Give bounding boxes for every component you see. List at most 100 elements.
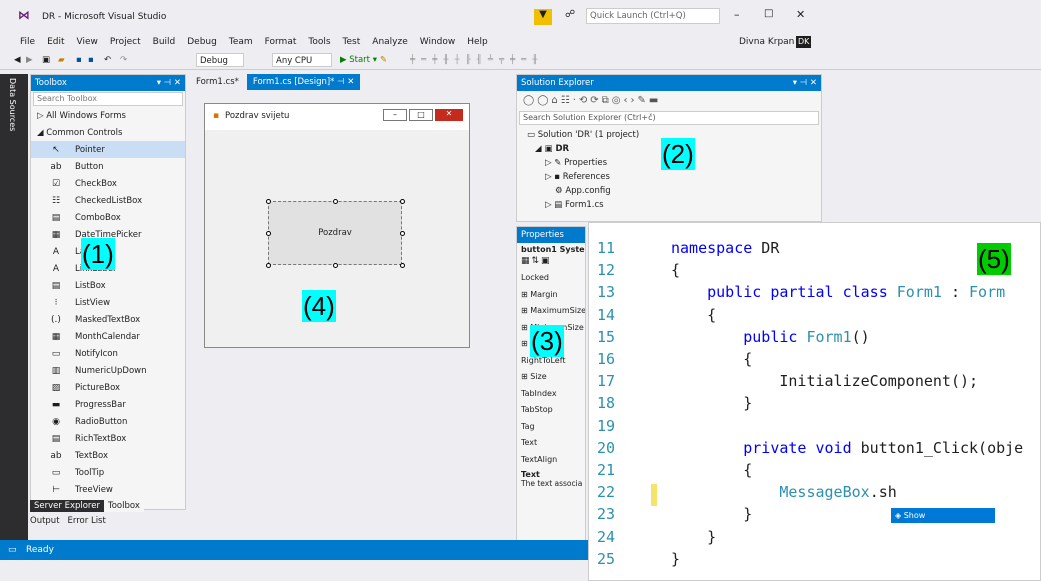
property-row[interactable]: ⊞ Size — [521, 369, 585, 386]
menu-help[interactable]: Help — [461, 34, 494, 50]
save-all-icon[interactable]: ▪ — [88, 53, 94, 67]
toolbox-item[interactable]: ☑ CheckBox — [31, 175, 185, 192]
code-line[interactable]: private void button1_Click(obje — [671, 439, 1023, 457]
intellisense-item-show[interactable]: Show — [904, 511, 926, 520]
toolbox-item[interactable]: ▤ RichTextBox — [31, 430, 185, 447]
toolbox-item[interactable]: ▭ ToolTip — [31, 464, 185, 481]
code-line[interactable]: { — [671, 261, 680, 279]
tab-close-icon[interactable]: ⊣ ✕ — [337, 77, 354, 87]
start-button[interactable]: ▶ Start ▾ — [340, 53, 377, 67]
code-line[interactable]: { — [671, 306, 716, 324]
resize-handle[interactable] — [266, 199, 271, 204]
code-line[interactable]: public partial class Form1 : Form — [671, 283, 1005, 301]
code-line[interactable]: } — [671, 550, 680, 568]
toolbox-item[interactable]: (.) MaskedTextBox — [31, 311, 185, 328]
menu-view[interactable]: View — [71, 34, 104, 50]
toolbar-extra-icon[interactable]: ✎ — [380, 53, 387, 67]
toolbox-item[interactable]: ⁝ ListView — [31, 294, 185, 311]
toolbox-item[interactable]: ▨ PictureBox — [31, 379, 185, 396]
menu-debug[interactable]: Debug — [181, 34, 223, 50]
filter-icon[interactable]: ▼ — [534, 9, 552, 25]
resize-handle[interactable] — [333, 263, 338, 268]
menu-window[interactable]: Window — [414, 34, 462, 50]
toolbox-item[interactable]: ⊢ TreeView — [31, 481, 185, 498]
tab-form1-design[interactable]: Form1.cs [Design]* ⊣ ✕ — [246, 74, 361, 90]
panel-pin-icon[interactable]: ▾ ⊣ ✕ — [793, 75, 821, 91]
intellisense-popup[interactable]: ◈ Show — [891, 508, 995, 523]
toolbox-item[interactable]: ☷ CheckedListBox — [31, 192, 185, 209]
layout-tools-icon[interactable]: ╪═╪╫┼╟╢╧╤╪═╫ — [410, 53, 543, 67]
code-line[interactable]: MessageBox.sh — [671, 483, 896, 501]
quick-launch-input[interactable]: Quick Launch (Ctrl+Q) — [586, 8, 720, 24]
form1-node[interactable]: ▷ ▤ Form1.cs — [527, 198, 821, 212]
navigate-back-icon[interactable]: ◀ — [14, 53, 21, 67]
property-row[interactable]: TabIndex — [521, 386, 585, 403]
data-sources-strip[interactable]: Data Sources — [0, 74, 28, 544]
resize-handle[interactable] — [266, 231, 271, 236]
property-row[interactable]: Tag — [521, 419, 585, 436]
data-sources-tab[interactable]: Data Sources — [8, 78, 17, 131]
toolbox-item[interactable]: ▤ ListBox — [31, 277, 185, 294]
properties-object-select[interactable]: button1 Syster — [517, 243, 585, 256]
toolbox-item[interactable]: ▤ ComboBox — [31, 209, 185, 226]
property-row[interactable]: TextAlign — [521, 452, 585, 469]
property-row[interactable]: TabStop — [521, 402, 585, 419]
references-node[interactable]: ▷ ▪ References — [527, 170, 821, 184]
tab-output[interactable]: Output — [30, 516, 60, 526]
code-line[interactable]: namespace DR — [671, 239, 779, 257]
menu-team[interactable]: Team — [223, 34, 259, 50]
menu-edit[interactable]: Edit — [41, 34, 70, 50]
tab-toolbox[interactable]: Toolbox — [103, 500, 144, 512]
platform-select[interactable]: Any CPU — [272, 53, 332, 67]
tab-form1-cs[interactable]: Form1.cs* — [190, 74, 245, 90]
config-select[interactable]: Debug — [196, 53, 244, 67]
menu-project[interactable]: Project — [104, 34, 147, 50]
menu-file[interactable]: File — [14, 34, 41, 50]
toolbox-item[interactable]: ▥ NumericUpDown — [31, 362, 185, 379]
resize-handle[interactable] — [400, 231, 405, 236]
toolbox-item[interactable]: ▬ ProgressBar — [31, 396, 185, 413]
toolbox-item[interactable]: ▭ NotifyIcon — [31, 345, 185, 362]
redo-icon[interactable]: ↷ — [120, 53, 127, 67]
user-name[interactable]: Divna Krpan — [733, 34, 800, 50]
app-config-node[interactable]: ⚙ App.config — [527, 184, 821, 198]
panel-pin-icon[interactable]: ▾ ⊣ ✕ — [157, 75, 185, 91]
property-row[interactable]: ⊞ Margin — [521, 287, 585, 304]
save-icon[interactable]: ▪ — [76, 53, 82, 67]
menu-format[interactable]: Format — [259, 34, 303, 50]
toolbox-search-input[interactable]: Search Toolbox — [33, 92, 183, 106]
toolbox-item[interactable]: ab Button — [31, 158, 185, 175]
menu-test[interactable]: Test — [337, 34, 367, 50]
open-file-icon[interactable]: ▰ — [58, 53, 65, 67]
property-row[interactable]: Locked — [521, 270, 585, 287]
navigate-forward-icon[interactable]: ▶ — [26, 53, 33, 67]
code-editor[interactable]: 11 namespace DR 12 {13 public partial class… — [588, 222, 1041, 581]
code-line[interactable]: } — [671, 394, 752, 412]
code-line[interactable]: { — [671, 350, 752, 368]
tab-error-list[interactable]: Error List — [68, 516, 106, 526]
toolbox-item[interactable]: ◉ RadioButton — [31, 413, 185, 430]
toolbox-item[interactable]: ▦ MonthCalendar — [31, 328, 185, 345]
group-common-controls[interactable]: ◢ Common Controls — [31, 124, 185, 141]
toolbox-item[interactable]: ab TextBox — [31, 447, 185, 464]
group-all-windows-forms[interactable]: ▷ All Windows Forms — [31, 107, 185, 124]
resize-handle[interactable] — [400, 199, 405, 204]
maximize-icon[interactable]: □ — [764, 8, 773, 19]
resize-handle[interactable] — [400, 263, 405, 268]
undo-icon[interactable]: ↶ — [104, 53, 111, 67]
solution-search-input[interactable]: Search Solution Explorer (Ctrl+č) — [519, 111, 819, 125]
button1-preview[interactable]: Pozdrav — [268, 201, 402, 265]
property-row[interactable]: ⊞ MaximumSize — [521, 303, 585, 320]
code-line[interactable]: } — [671, 528, 716, 546]
feedback-icon[interactable]: ☍ — [565, 9, 575, 20]
toolbox-item[interactable]: ↖ Pointer — [31, 141, 185, 158]
minimize-icon[interactable]: – — [734, 8, 740, 21]
close-icon[interactable]: ✕ — [796, 8, 805, 21]
solution-toolbar-icons[interactable]: ◯◯⌂☷·⟲⟳⧉◎‹›✎▬ — [517, 91, 821, 111]
menu-build[interactable]: Build — [147, 34, 182, 50]
code-line[interactable]: public Form1() — [671, 328, 869, 346]
new-project-icon[interactable]: ▣ — [42, 53, 50, 67]
properties-toolbar-icons[interactable]: ▦⇅▣ — [517, 256, 585, 266]
tab-server-explorer[interactable]: Server Explorer — [30, 500, 104, 512]
code-line[interactable]: { — [671, 461, 752, 479]
